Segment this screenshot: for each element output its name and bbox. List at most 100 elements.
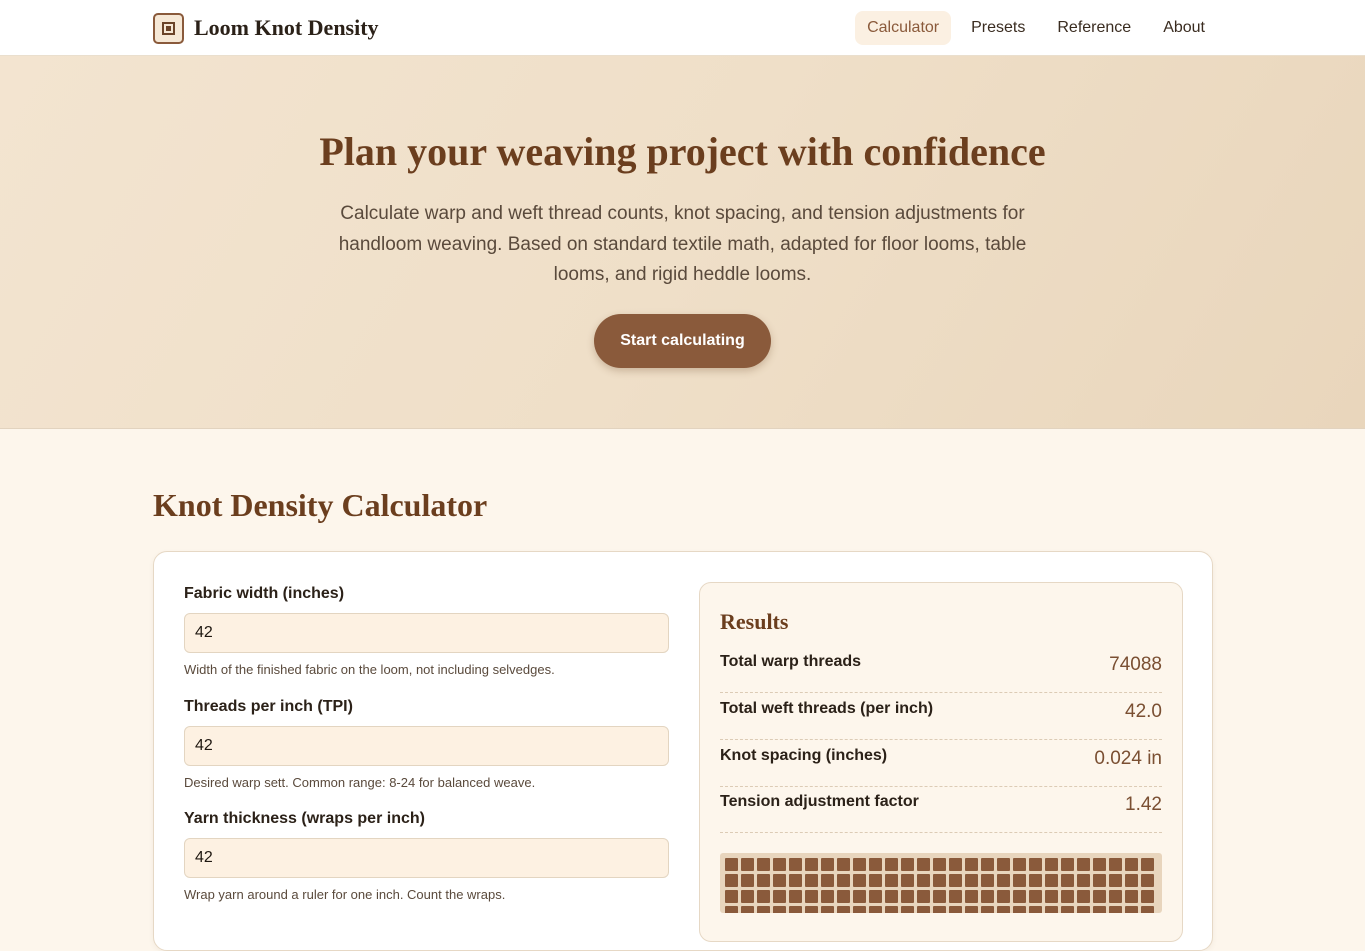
- knot-cell: [805, 890, 818, 903]
- knot-cell: [997, 906, 1010, 913]
- knot-cell: [741, 874, 754, 887]
- knot-cell: [789, 890, 802, 903]
- knot-cell: [805, 858, 818, 871]
- knot-cell: [1093, 858, 1106, 871]
- knot-cell: [917, 874, 930, 887]
- knot-cell: [1125, 858, 1138, 871]
- knot-cell: [869, 890, 882, 903]
- brand[interactable]: Loom Knot Density: [153, 12, 379, 44]
- yarn-thickness-label: Yarn thickness (wraps per inch): [184, 810, 425, 827]
- knot-cell: [773, 874, 786, 887]
- nav-item-reference[interactable]: Reference: [1045, 11, 1143, 45]
- knot-cell: [885, 890, 898, 903]
- knot-cell: [853, 858, 866, 871]
- knot-cell: [1093, 890, 1106, 903]
- nav-item-presets[interactable]: Presets: [959, 11, 1037, 45]
- knot-cell: [1141, 906, 1154, 913]
- knot-cell: [965, 890, 978, 903]
- result-row-warp-threads: Total warp threads 74088: [720, 646, 1162, 693]
- fabric-width-help: Width of the finished fabric on the loom…: [184, 662, 555, 677]
- knot-cell: [789, 906, 802, 913]
- knot-cell: [901, 874, 914, 887]
- knot-cell: [1045, 874, 1058, 887]
- start-calculating-button[interactable]: Start calculating: [594, 314, 771, 368]
- knot-cell: [1061, 874, 1074, 887]
- result-label: Total weft threads (per inch): [720, 700, 934, 717]
- knot-cell: [1141, 874, 1154, 887]
- knot-cell: [981, 858, 994, 871]
- knot-cell: [869, 874, 882, 887]
- knot-density-preview-grid: [720, 853, 1162, 913]
- knot-cell: [805, 874, 818, 887]
- knot-cell: [1109, 890, 1122, 903]
- knot-cell: [965, 906, 978, 913]
- knot-cell: [1029, 858, 1042, 871]
- knot-cell: [741, 906, 754, 913]
- knot-cell: [901, 858, 914, 871]
- threads-per-inch-input[interactable]: [184, 726, 669, 766]
- knot-cell: [773, 906, 786, 913]
- calculator-card: Fabric width (inches) Width of the finis…: [153, 551, 1213, 951]
- knot-cell: [1109, 874, 1122, 887]
- knot-cell: [1109, 906, 1122, 913]
- hero-description: Calculate warp and weft thread counts, k…: [338, 203, 1027, 285]
- knot-cell: [933, 906, 946, 913]
- knot-cell: [837, 890, 850, 903]
- result-label: Tension adjustment factor: [720, 793, 919, 810]
- knot-cell: [1077, 874, 1090, 887]
- knot-cell: [1125, 874, 1138, 887]
- knot-cell: [997, 890, 1010, 903]
- knot-cell: [853, 874, 866, 887]
- knot-cell: [725, 874, 738, 887]
- fabric-width-input[interactable]: [184, 613, 669, 653]
- knot-cell: [853, 906, 866, 913]
- knot-cell: [1093, 906, 1106, 913]
- yarn-thickness-input[interactable]: [184, 838, 669, 878]
- knot-cell: [933, 890, 946, 903]
- knot-cell: [741, 858, 754, 871]
- knot-cell: [1045, 890, 1058, 903]
- threads-per-inch-help: Desired warp sett. Common range: 8-24 fo…: [184, 775, 536, 790]
- calculator-title: Knot Density Calculator: [153, 487, 488, 523]
- knot-cell: [773, 858, 786, 871]
- nav-item-calculator[interactable]: Calculator: [855, 11, 952, 45]
- result-label: Total warp threads: [720, 653, 862, 670]
- knot-cell: [949, 906, 962, 913]
- knot-cell: [837, 874, 850, 887]
- knot-cell: [757, 858, 770, 871]
- knot-cell: [869, 858, 882, 871]
- knot-cell: [757, 874, 770, 887]
- result-label: Knot spacing (inches): [720, 747, 888, 764]
- knot-cell: [789, 874, 802, 887]
- knot-cell: [1029, 874, 1042, 887]
- knot-cell: [821, 890, 834, 903]
- knot-cell: [821, 858, 834, 871]
- hero-section: Plan your weaving project with confidenc…: [0, 56, 1365, 429]
- knot-cell: [885, 874, 898, 887]
- knot-cell: [917, 906, 930, 913]
- knot-cell: [1013, 906, 1026, 913]
- knot-cell: [1077, 890, 1090, 903]
- knot-cell: [773, 890, 786, 903]
- nav-item-about[interactable]: About: [1151, 11, 1217, 45]
- knot-cell: [725, 890, 738, 903]
- knot-cell: [869, 906, 882, 913]
- knot-cell: [1013, 874, 1026, 887]
- knot-cell: [1061, 890, 1074, 903]
- knot-cell: [757, 906, 770, 913]
- knot-cell: [949, 874, 962, 887]
- knot-cell: [1045, 858, 1058, 871]
- fabric-width-label: Fabric width (inches): [184, 585, 345, 602]
- knot-cell: [901, 906, 914, 913]
- result-row-tension-factor: Tension adjustment factor 1.42: [720, 786, 1162, 833]
- result-value: 74088: [1109, 654, 1162, 675]
- knot-cell: [1109, 858, 1122, 871]
- loom-logo-icon: [153, 12, 184, 44]
- threads-per-inch-field: Threads per inch (TPI) Desired warp sett…: [184, 698, 669, 790]
- knot-cell: [821, 906, 834, 913]
- knot-cell: [949, 890, 962, 903]
- yarn-thickness-field: Yarn thickness (wraps per inch) Wrap yar…: [184, 810, 669, 902]
- knot-cell: [1013, 858, 1026, 871]
- knot-cell: [1093, 874, 1106, 887]
- top-navigation-bar: Loom Knot Density Calculator Presets Ref…: [0, 0, 1365, 56]
